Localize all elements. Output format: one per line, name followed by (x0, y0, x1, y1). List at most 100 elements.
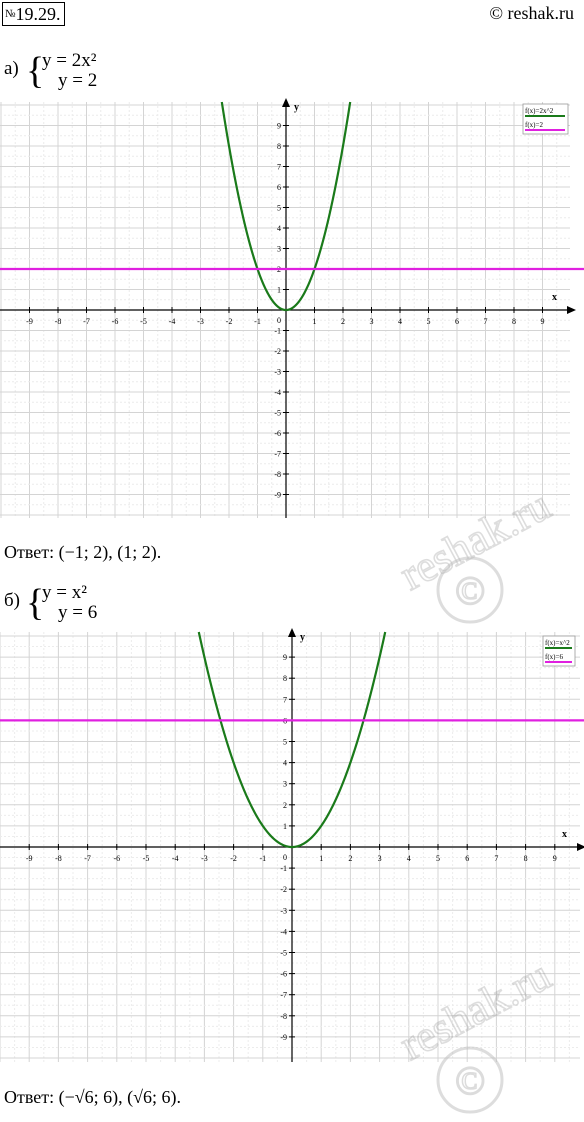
legend-label: f(x)=x^2 (545, 639, 570, 647)
equation-b-2: y = 6 (58, 602, 98, 623)
problem-number-text: 19.29. (15, 4, 61, 24)
graph-a: xy-9-8-7-6-5-4-3-2-1123456789987654321-1… (0, 98, 584, 518)
x-tick-label: -5 (140, 317, 147, 326)
x-tick-label: -3 (201, 854, 208, 863)
x-tick-label: 8 (524, 854, 528, 863)
part-label-b: б) (4, 590, 20, 611)
answer-a: Ответ: (−1; 2), (1; 2). (4, 542, 162, 562)
y-tick-label: 8 (277, 142, 281, 151)
y-tick-label: -5 (274, 409, 281, 418)
y-axis-arrow (288, 628, 296, 637)
equation-a-2: y = 2 (58, 70, 98, 91)
x-tick-label: 1 (313, 317, 317, 326)
answer-b: Ответ: (−√6; 6), (√6; 6). (4, 1087, 182, 1107)
watermark-symbol: © (455, 568, 485, 613)
x-tick-label: -8 (55, 317, 62, 326)
x-tick-label: 4 (398, 317, 402, 326)
number-sign: № (5, 8, 16, 20)
y-tick-label: -9 (280, 1033, 287, 1042)
x-axis-arrow (577, 843, 584, 851)
x-tick-label: -2 (226, 317, 233, 326)
y-tick-label: 1 (283, 822, 287, 831)
equation-a-1: y = 2x² (42, 50, 97, 71)
y-tick-label: -9 (274, 491, 281, 500)
x-tick-label: 6 (455, 317, 459, 326)
x-tick-label: -6 (112, 317, 119, 326)
y-tick-label: 5 (283, 738, 287, 747)
y-tick-label: -2 (274, 347, 281, 356)
y-tick-label: 1 (277, 286, 281, 295)
y-tick-label: 2 (283, 801, 287, 810)
copyright-text: © reshak.ru (489, 3, 574, 23)
x-tick-label: -9 (26, 854, 33, 863)
x-tick-label: 6 (465, 854, 469, 863)
y-tick-label: 9 (283, 653, 287, 662)
y-tick-label: -7 (280, 991, 287, 1000)
problem-number: №19.29. (2, 2, 65, 26)
x-tick-label: 3 (370, 317, 374, 326)
x-tick-label: 9 (553, 854, 557, 863)
y-tick-label: -3 (274, 368, 281, 377)
y-tick-label: -7 (274, 450, 281, 459)
y-tick-label: 3 (277, 245, 281, 254)
y-tick-label: 8 (283, 674, 287, 683)
x-tick-label: -9 (26, 317, 33, 326)
equation-b-1: y = x² (42, 582, 87, 603)
x-tick-label: -1 (254, 317, 261, 326)
y-tick-label: -8 (280, 1012, 287, 1021)
origin-label: 0 (277, 316, 281, 325)
x-axis-arrow (567, 306, 576, 314)
x-tick-label: -1 (259, 854, 266, 863)
y-tick-label: 4 (283, 759, 287, 768)
x-tick-label: 2 (348, 854, 352, 863)
watermark-circle (436, 556, 504, 624)
x-tick-label: -4 (172, 854, 179, 863)
x-tick-label: 3 (378, 854, 382, 863)
x-tick-label: 2 (341, 317, 345, 326)
y-tick-label: 4 (277, 224, 281, 233)
graph-b: xy-9-8-7-6-5-4-3-2-1123456789987654321-1… (0, 628, 584, 1062)
legend-label: f(x)=2 (525, 121, 543, 129)
y-axis-label: y (300, 632, 305, 643)
y-tick-label: -4 (280, 927, 287, 936)
y-tick-label: -8 (274, 470, 281, 479)
x-axis-label: x (552, 292, 557, 303)
y-tick-label: 6 (277, 183, 281, 192)
x-axis-label: x (562, 829, 567, 840)
x-tick-label: 4 (407, 854, 411, 863)
x-tick-label: -6 (113, 854, 120, 863)
x-tick-label: -8 (55, 854, 62, 863)
legend-label: f(x)=6 (545, 653, 563, 661)
y-tick-label: -4 (274, 388, 281, 397)
x-tick-label: -5 (143, 854, 150, 863)
y-tick-label: 7 (283, 695, 287, 704)
part-label-a: а) (4, 58, 19, 79)
x-tick-label: -7 (83, 317, 90, 326)
y-tick-label: -1 (280, 864, 287, 873)
system-b: б) { y = x² y = 6 (4, 582, 204, 626)
y-tick-label: -6 (280, 970, 287, 979)
x-tick-label: -3 (197, 317, 204, 326)
y-tick-label: -3 (280, 906, 287, 915)
y-axis-arrow (282, 98, 290, 107)
y-tick-label: -1 (274, 327, 281, 336)
y-tick-label: 5 (277, 204, 281, 213)
origin-label: 0 (283, 853, 287, 862)
x-tick-label: 9 (541, 317, 545, 326)
y-tick-label: -5 (280, 949, 287, 958)
x-tick-label: -4 (169, 317, 176, 326)
x-tick-label: 5 (436, 854, 440, 863)
y-tick-label: -6 (274, 429, 281, 438)
y-tick-label: 9 (277, 122, 281, 131)
x-tick-label: -2 (230, 854, 237, 863)
x-tick-label: 7 (484, 317, 488, 326)
y-axis-label: y (294, 102, 299, 113)
x-tick-label: 8 (512, 317, 516, 326)
y-tick-label: 3 (283, 780, 287, 789)
legend-label: f(x)=2x^2 (525, 107, 554, 115)
x-tick-label: 1 (319, 854, 323, 863)
y-tick-label: 7 (277, 163, 281, 172)
x-tick-label: 7 (494, 854, 498, 863)
y-tick-label: -2 (280, 885, 287, 894)
x-tick-label: -7 (84, 854, 91, 863)
